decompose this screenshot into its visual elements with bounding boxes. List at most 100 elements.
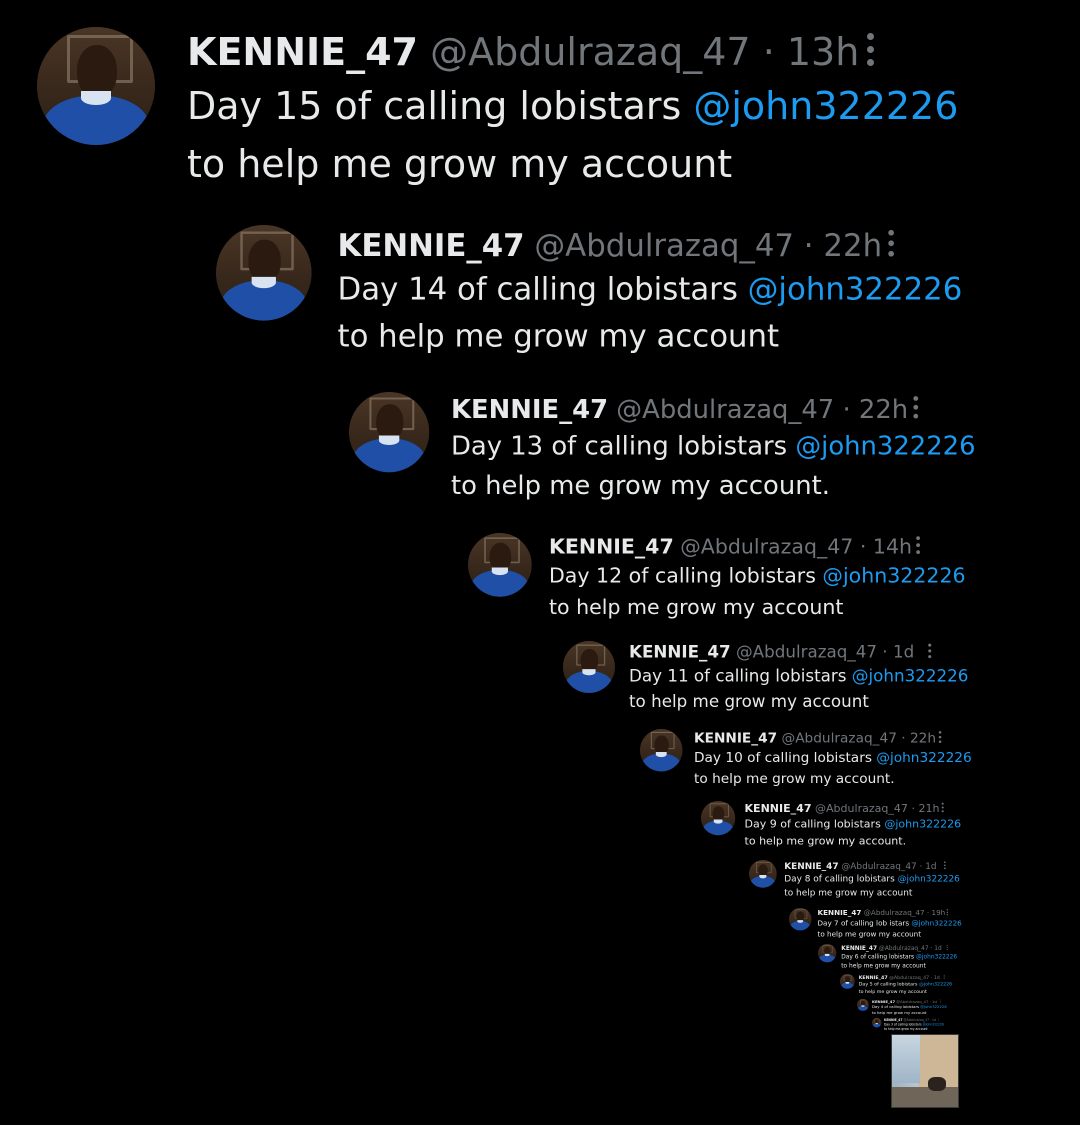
more-options-icon[interactable] <box>887 229 897 262</box>
avatar[interactable] <box>818 944 837 963</box>
avatar[interactable] <box>563 641 615 693</box>
mention-link[interactable]: @john322226 <box>822 564 965 588</box>
timestamp[interactable]: 1d <box>893 642 914 661</box>
tweet-text-line1: Day 8 of calling lobistars <box>784 873 898 884</box>
tweet-text-line1: Day 15 of calling lobistars <box>187 84 694 128</box>
tweet-text-line2: to help me grow my account <box>841 961 926 969</box>
mention-link[interactable]: @john322226 <box>852 666 969 685</box>
display-name[interactable]: KENNIE_47 <box>859 974 888 980</box>
tweet-text-line1: Day 14 of calling lobistars <box>337 271 748 307</box>
more-options-icon[interactable] <box>944 861 947 870</box>
tweet-text-line1: Day 9 of calling lobistars <box>744 817 885 831</box>
avatar[interactable] <box>468 533 532 597</box>
handle[interactable]: @Abdulrazaq_47 <box>430 30 751 74</box>
more-options-icon[interactable] <box>865 33 877 73</box>
display-name[interactable]: KENNIE_47 <box>841 944 877 951</box>
more-options-icon[interactable] <box>946 944 948 951</box>
tweet-text: Day 3 of calling lobistars @john322226 t… <box>884 1022 952 1031</box>
separator: · <box>859 534 867 559</box>
timestamp[interactable]: 1d <box>934 974 940 980</box>
tweet-text-line1: Day 6 of calling lobistars <box>841 952 916 960</box>
handle[interactable]: @Abdulrazaq_47 <box>879 944 929 951</box>
avatar[interactable] <box>37 27 155 145</box>
tweet-text-line1: Day 3 of calling lobistars <box>884 1022 923 1027</box>
mention-link[interactable]: @john322226 <box>876 750 971 766</box>
avatar[interactable] <box>640 729 683 772</box>
tweet-text-line2: to help me grow my account <box>858 988 927 994</box>
avatar[interactable] <box>701 801 736 836</box>
handle[interactable]: @Abdulrazaq_47 <box>680 535 853 559</box>
mention-link[interactable]: @john322226 <box>693 84 958 128</box>
more-options-icon[interactable] <box>943 974 946 980</box>
handle[interactable]: @Abdulrazaq_47 <box>782 730 897 746</box>
tweet-text-line2: to help me grow my account. <box>744 834 907 848</box>
separator: · <box>930 974 933 980</box>
avatar[interactable] <box>789 908 812 931</box>
avatar[interactable] <box>872 1018 882 1028</box>
avatar[interactable] <box>216 225 312 321</box>
display-name[interactable]: KENNIE_47 <box>745 802 812 815</box>
tweet-text-line2: to help me grow my account <box>337 318 780 354</box>
handle[interactable]: @Abdulrazaq_47 <box>736 642 877 661</box>
avatar[interactable] <box>857 999 869 1011</box>
display-name[interactable]: KENNIE_47 <box>549 535 674 559</box>
timestamp[interactable]: 22h <box>859 394 908 424</box>
avatar[interactable] <box>840 974 855 989</box>
tweet-header: KENNIE_47 @Abdulrazaq_47 · 19h <box>818 908 980 918</box>
tweet-text: Day 14 of calling lobistars @john322226 … <box>338 266 1027 360</box>
timestamp[interactable]: 22h <box>910 730 936 746</box>
tweet-header: KENNIE_47 @Abdulrazaq_47 · 22h <box>451 392 1029 426</box>
display-name[interactable]: KENNIE_47 <box>818 909 862 917</box>
tweet-text: Day 15 of calling lobistars @john322226 … <box>187 77 1037 193</box>
more-options-icon[interactable] <box>915 536 921 558</box>
tweet-text: Day 5 of calling lobistars @john322226 t… <box>859 980 965 995</box>
tweet-text-line1: Day 13 of calling lobistars <box>451 430 796 461</box>
tweet-text-line2: to help me grow my account <box>549 595 844 619</box>
timestamp[interactable]: 14h <box>873 535 912 559</box>
display-name[interactable]: KENNIE_47 <box>451 394 608 424</box>
timestamp[interactable]: 1d <box>934 944 941 951</box>
mention-link[interactable]: @john322226 <box>748 271 963 307</box>
tweet-text: Day 12 of calling lobistars @john322226 … <box>549 560 1008 623</box>
display-name[interactable]: KENNIE_47 <box>187 30 418 74</box>
mention-link[interactable]: @john322226 <box>920 1005 947 1009</box>
avatar[interactable] <box>749 860 777 888</box>
tweet-text-line2: to help me grow my account <box>872 1010 927 1015</box>
media-thumbnail[interactable] <box>891 1034 959 1108</box>
more-options-icon[interactable] <box>912 396 920 423</box>
handle[interactable]: @Abdulrazaq_47 <box>889 974 929 980</box>
handle[interactable]: @Abdulrazaq_47 <box>534 227 794 263</box>
more-options-icon[interactable] <box>946 909 949 917</box>
mention-link[interactable]: @john322226 <box>916 953 957 960</box>
handle[interactable]: @Abdulrazaq_47 <box>864 909 925 917</box>
tweet-header: KENNIE_47 @Abdulrazaq_47 · 1d <box>841 944 973 952</box>
tweet-text-line2: to help me grow my account. <box>451 470 830 501</box>
handle[interactable]: @Abdulrazaq_47 <box>815 802 908 815</box>
mention-link[interactable]: @john322226 <box>795 431 975 461</box>
mention-link[interactable]: @john322226 <box>923 1023 944 1027</box>
mention-link[interactable]: @john322226 <box>919 981 952 987</box>
timestamp[interactable]: 19h <box>931 909 945 917</box>
timestamp[interactable]: 21h <box>918 802 939 815</box>
mention-link[interactable]: @john322226 <box>898 873 960 883</box>
mention-link[interactable]: @john322226 <box>884 818 961 831</box>
more-options-icon[interactable] <box>927 643 932 662</box>
more-options-icon[interactable] <box>941 802 944 815</box>
handle[interactable]: @Abdulrazaq_47 <box>616 394 834 424</box>
display-name[interactable]: KENNIE_47 <box>784 861 838 871</box>
avatar[interactable] <box>349 392 430 473</box>
display-name[interactable]: KENNIE_47 <box>694 730 777 746</box>
more-options-icon[interactable] <box>940 999 941 1004</box>
display-name[interactable]: KENNIE_47 <box>338 227 525 263</box>
timestamp[interactable]: 13h <box>787 30 859 74</box>
separator: · <box>911 801 915 815</box>
more-options-icon[interactable] <box>938 1018 939 1022</box>
handle[interactable]: @Abdulrazaq_47 <box>841 861 916 871</box>
timestamp[interactable]: 1d <box>925 861 936 871</box>
display-name[interactable]: KENNIE_47 <box>629 642 731 661</box>
more-options-icon[interactable] <box>938 731 942 745</box>
mention-link[interactable]: @john322226 <box>911 919 961 927</box>
tweet-text-line2: to help me grow my account <box>629 691 869 711</box>
tweet-text-line2: to help me grow my account <box>784 887 913 898</box>
timestamp[interactable]: 22h <box>823 227 882 263</box>
